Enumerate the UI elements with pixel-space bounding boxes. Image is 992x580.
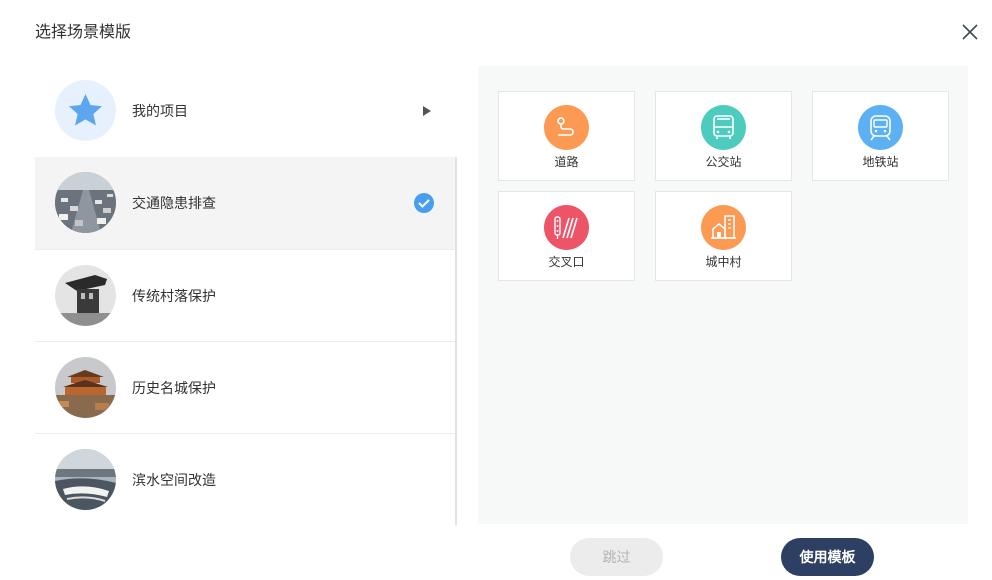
waterfront-photo — [55, 449, 116, 510]
list-item-label: 交通隐患排查 — [132, 195, 216, 211]
dialog-title: 选择场景模版 — [35, 24, 132, 41]
list-item-label: 我的项目 — [132, 103, 188, 119]
template-card-label: 公交站 — [705, 155, 742, 169]
template-card-urban-village[interactable]: 城中村 — [655, 191, 792, 281]
template-card-bus-stop[interactable]: 公交站 — [655, 91, 792, 181]
bus-icon — [701, 105, 746, 150]
caret-right-icon — [423, 106, 431, 116]
check-circle-icon — [414, 193, 434, 213]
template-card-intersection[interactable]: 交叉口 — [498, 191, 635, 281]
template-panel: 道路 公交站 地铁站 交叉口 城中村 — [478, 66, 968, 524]
scene-template-dialog: 选择场景模版 我的项目 交通隐患排查 传统村落保护 历史名城保护 滨水空间改造 … — [0, 0, 992, 580]
close-icon[interactable] — [959, 21, 981, 43]
template-card-label: 城中村 — [705, 255, 742, 269]
list-item-label: 历史名城保护 — [132, 379, 216, 396]
list-item-historic-city[interactable]: 历史名城保护 — [35, 341, 455, 433]
metro-icon — [858, 105, 903, 150]
template-card-label: 地铁站 — [862, 155, 899, 169]
template-card-metro-station[interactable]: 地铁站 — [812, 91, 949, 181]
traffic-photo — [55, 172, 116, 233]
historic-city-photo — [55, 357, 116, 418]
road-icon — [544, 105, 589, 150]
template-card-label: 道路 — [554, 155, 579, 169]
list-item-traditional-village[interactable]: 传统村落保护 — [35, 249, 455, 341]
list-item-label: 滨水空间改造 — [132, 471, 216, 488]
template-card-label: 交叉口 — [548, 255, 585, 269]
list-item-label: 传统村落保护 — [132, 287, 216, 304]
urban-village-icon — [701, 205, 746, 250]
list-item-traffic-hazard[interactable]: 交通隐患排查 — [35, 157, 455, 249]
use-template-button[interactable]: 使用模板 — [781, 538, 874, 576]
scene-category-list: 我的项目 交通隐患排查 传统村落保护 历史名城保护 滨水空间改造 — [35, 65, 457, 525]
traffic-light-icon — [544, 205, 589, 250]
star-icon — [55, 80, 116, 141]
list-item-waterfront[interactable]: 滨水空间改造 — [35, 433, 455, 525]
skip-button[interactable]: 跳过 — [570, 538, 663, 576]
list-scrollbar[interactable] — [455, 157, 457, 525]
list-item-my-projects[interactable]: 我的项目 — [35, 65, 455, 157]
template-card-road[interactable]: 道路 — [498, 91, 635, 181]
village-photo — [55, 265, 116, 326]
